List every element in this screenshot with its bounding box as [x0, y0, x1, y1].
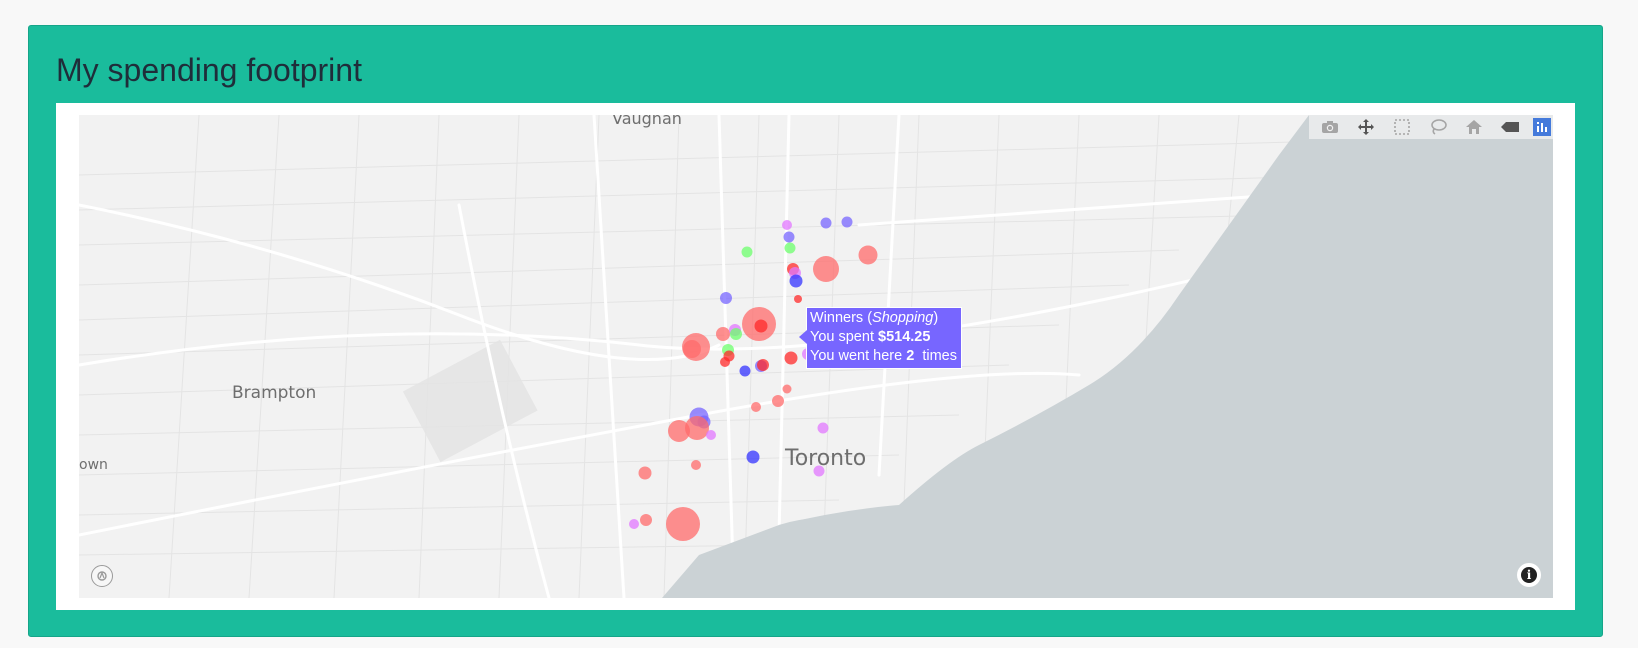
spending-marker[interactable]	[782, 384, 792, 394]
tooltip-visits-suffix: times	[918, 348, 957, 364]
hover-tooltip: Winners (Shopping) You spent $514.25 You…	[799, 307, 962, 369]
spending-marker[interactable]	[757, 359, 769, 371]
spending-marker[interactable]	[716, 327, 730, 341]
map-label-vaughan: Vaughan	[612, 115, 682, 128]
spending-marker[interactable]	[720, 357, 730, 367]
map-label-brampton: Brampton	[232, 383, 317, 403]
spending-marker[interactable]	[782, 220, 792, 230]
spending-marker[interactable]	[784, 351, 798, 365]
spending-card: My spending footprint Vaughan Brampton T…	[28, 25, 1603, 637]
spending-marker[interactable]	[640, 514, 652, 526]
plotly-logo-icon[interactable]	[1533, 118, 1551, 136]
home-icon[interactable]	[1461, 115, 1487, 139]
spending-marker[interactable]	[629, 519, 639, 529]
tooltip-visits-prefix: You went here	[810, 348, 907, 364]
map-view[interactable]: Vaughan Brampton Toronto own Winners (Sh…	[79, 115, 1553, 598]
spending-marker[interactable]	[813, 256, 839, 282]
reset-icon[interactable]	[1497, 115, 1523, 139]
spending-marker[interactable]	[789, 274, 803, 288]
spending-marker[interactable]	[691, 460, 701, 470]
spending-marker[interactable]	[685, 416, 709, 440]
mapbox-logo-icon[interactable]	[91, 565, 113, 587]
spending-marker[interactable]	[841, 216, 853, 228]
tooltip-spent-amount: $514.25	[878, 329, 931, 345]
spending-marker[interactable]	[683, 340, 701, 358]
tooltip-name: Winners	[810, 310, 864, 326]
tooltip-visits-line: You went here 2 times	[810, 347, 957, 366]
tooltip-arrow	[799, 330, 807, 344]
page-title: My spending footprint	[56, 52, 362, 88]
map-label-toronto: Toronto	[785, 446, 867, 471]
tooltip-spent-line: You spent $514.25	[810, 328, 957, 347]
tooltip-category: Shopping	[872, 310, 934, 326]
spending-marker[interactable]	[817, 422, 829, 434]
spending-marker[interactable]	[746, 450, 760, 464]
pan-icon[interactable]	[1353, 115, 1379, 139]
spending-marker[interactable]	[751, 402, 761, 412]
spending-marker[interactable]	[739, 365, 751, 377]
spending-marker[interactable]	[783, 231, 795, 243]
tooltip-spent-prefix: You spent	[810, 329, 878, 345]
spending-marker[interactable]	[638, 466, 652, 480]
spending-marker[interactable]	[706, 430, 716, 440]
spending-marker[interactable]	[754, 319, 768, 333]
box-select-icon[interactable]	[1389, 115, 1415, 139]
tooltip-visits-count: 2	[906, 348, 915, 364]
map-label-town: own	[79, 457, 108, 473]
modebar	[1309, 115, 1553, 139]
spending-marker[interactable]	[858, 245, 878, 265]
plot-container: Vaughan Brampton Toronto own Winners (Sh…	[56, 103, 1575, 610]
spending-marker[interactable]	[820, 217, 832, 229]
spending-marker[interactable]	[730, 328, 742, 340]
info-icon[interactable]: i	[1517, 563, 1541, 587]
spending-marker[interactable]	[720, 292, 732, 304]
camera-icon[interactable]	[1317, 115, 1343, 139]
spending-marker[interactable]	[784, 242, 796, 254]
lasso-icon[interactable]	[1425, 115, 1451, 139]
info-glyph: i	[1521, 567, 1537, 583]
spending-marker[interactable]	[741, 246, 753, 258]
tooltip-title-line: Winners (Shopping)	[810, 310, 939, 326]
spending-marker[interactable]	[666, 507, 700, 541]
spending-marker[interactable]	[794, 295, 802, 303]
spending-marker[interactable]	[772, 395, 784, 407]
